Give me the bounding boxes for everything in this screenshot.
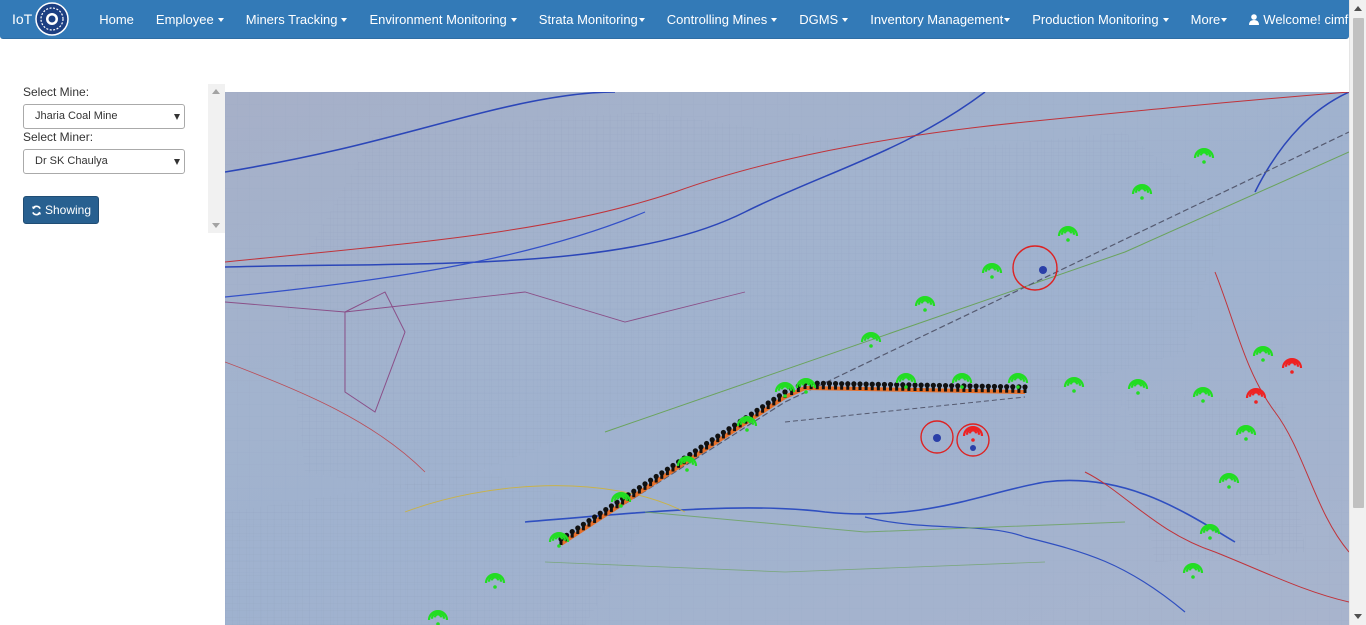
nav-strata-monitoring[interactable]: Strata Monitoring (528, 0, 656, 39)
mine-select-value: Jharia Coal Mine (35, 110, 118, 122)
nav-user-label: Welcome! cimfr (1263, 11, 1353, 27)
caret-down-icon (1162, 18, 1169, 23)
map-panel-scrollbar[interactable] (208, 84, 225, 233)
caret-down-icon (217, 18, 224, 23)
nav-environment-monitoring-label: Environment Monitoring (369, 11, 507, 27)
mine-map-canvas[interactable] (225, 92, 1349, 625)
dropdown-arrow-icon (174, 159, 180, 165)
caret-down-icon (1004, 18, 1011, 23)
caret-down-icon (771, 18, 778, 23)
nav-more-label: More (1190, 11, 1221, 27)
showing-button[interactable]: Showing (23, 196, 99, 224)
nav-controlling-mines[interactable]: Controlling Mines (656, 0, 788, 39)
showing-button-label: Showing (44, 203, 92, 217)
nav-more[interactable]: More (1180, 0, 1239, 39)
nav-strata-monitoring-label: Strata Monitoring (538, 11, 638, 27)
brand-text[interactable]: IoT (12, 11, 32, 27)
caret-down-icon (510, 18, 517, 23)
user-icon (1249, 13, 1260, 25)
cimfr-logo-icon[interactable] (34, 1, 70, 37)
select-mine-label: Select Mine: (23, 85, 90, 99)
nav-user-menu[interactable]: Welcome! cimfr (1238, 0, 1366, 39)
miner-select[interactable]: Dr SK Chaulya (23, 149, 185, 174)
nav-employee[interactable]: Employee (145, 0, 235, 39)
nav-production-monitoring[interactable]: Production Monitoring (1021, 0, 1179, 39)
scroll-up-icon[interactable] (1354, 6, 1362, 11)
caret-down-icon (638, 18, 645, 23)
nav-controlling-mines-label: Controlling Mines (666, 11, 768, 27)
page-scrollbar[interactable] (1349, 0, 1366, 625)
nav-home[interactable]: Home (88, 0, 145, 39)
nav-dgms-label: DGMS (799, 11, 839, 27)
mine-select[interactable]: Jharia Coal Mine (23, 104, 185, 129)
nav-home-label: Home (99, 11, 134, 27)
select-miner-label: Select Miner: (23, 130, 94, 144)
nav-inventory-management-label: Inventory Management (870, 11, 1004, 27)
mine-map[interactable] (225, 92, 1349, 625)
brand[interactable]: IoT (0, 1, 82, 37)
nav-inventory-management[interactable]: Inventory Management (859, 0, 1021, 39)
nav-environment-monitoring[interactable]: Environment Monitoring (358, 0, 527, 39)
caret-down-icon (341, 18, 348, 23)
top-navbar: IoT Home Employee Miners Tracking Enviro… (0, 0, 1363, 39)
nav-production-monitoring-label: Production Monitoring (1032, 11, 1159, 27)
caret-down-icon (1221, 18, 1228, 23)
scroll-down-icon[interactable] (212, 223, 220, 228)
dropdown-arrow-icon (174, 114, 180, 120)
refresh-icon (31, 205, 42, 215)
scroll-down-icon[interactable] (1354, 614, 1362, 619)
miner-select-value: Dr SK Chaulya (35, 155, 108, 167)
nav-dgms[interactable]: DGMS (788, 0, 859, 39)
nav-miners-tracking[interactable]: Miners Tracking (235, 0, 359, 39)
nav-employee-label: Employee (155, 11, 214, 27)
scrollbar-thumb[interactable] (1353, 18, 1364, 508)
scroll-up-icon[interactable] (212, 89, 220, 94)
main-nav: Home Employee Miners Tracking Environmen… (88, 0, 1366, 39)
caret-down-icon (842, 18, 849, 23)
nav-miners-tracking-label: Miners Tracking (245, 11, 338, 27)
